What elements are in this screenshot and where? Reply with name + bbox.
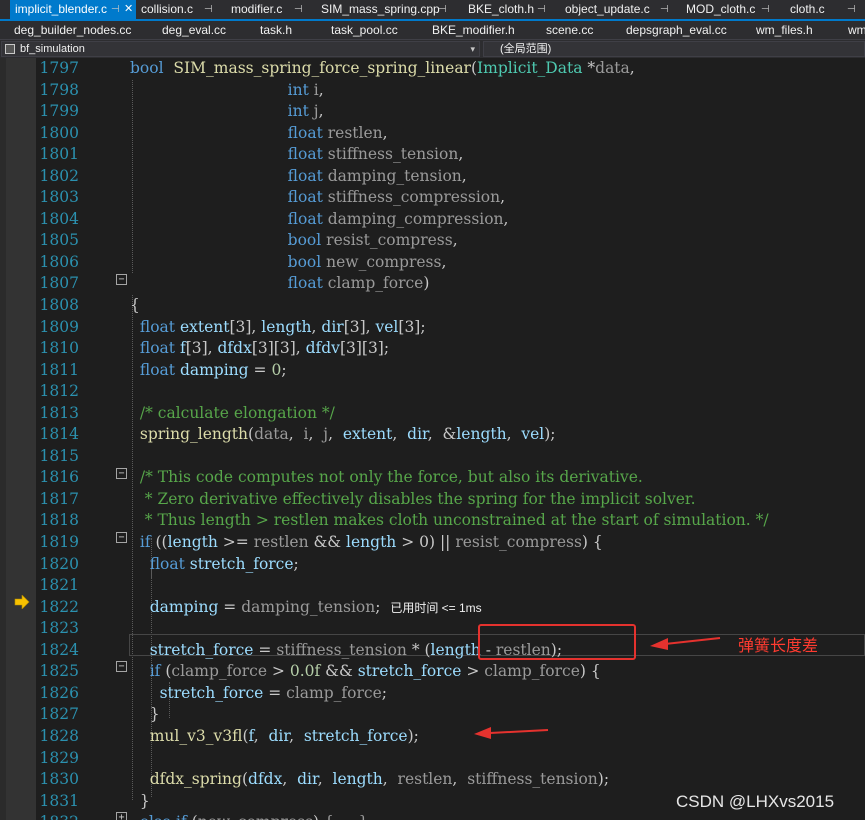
document-tab[interactable]: MOD_cloth.c ⊣ bbox=[681, 0, 779, 19]
document-tab[interactable]: wm_files.h bbox=[756, 21, 813, 39]
navigation-bar: bf_simulation ▾ (全局范围) bbox=[0, 40, 865, 58]
document-tab[interactable]: object_update.c ⊣ bbox=[560, 0, 678, 19]
document-tab[interactable]: task.h bbox=[260, 21, 292, 39]
document-tabs-row-2: deg_builder_nodes.cc deg_eval.cc task.h tas… bbox=[0, 21, 865, 40]
tab-label: SIM_mass_spring.cpp bbox=[321, 2, 440, 16]
watermark: CSDN @LHXvs2015 bbox=[676, 792, 835, 811]
document-tab[interactable]: scene.cc bbox=[546, 21, 593, 39]
document-tab[interactable]: task_pool.cc bbox=[331, 21, 398, 39]
pin-icon[interactable]: ⊣ bbox=[294, 0, 303, 19]
tab-label: cloth.c bbox=[790, 2, 825, 16]
annotation-arrows bbox=[474, 637, 721, 739]
pin-icon[interactable]: ⊣ bbox=[847, 0, 856, 19]
scope-dropdown[interactable]: (全局范围) bbox=[483, 41, 865, 57]
document-tab[interactable]: deg_builder_nodes.cc bbox=[14, 21, 131, 39]
document-tab[interactable]: deg_eval.cc bbox=[162, 21, 226, 39]
pin-icon[interactable]: ⊣ bbox=[438, 0, 447, 19]
document-tab[interactable]: depsgraph_eval.cc bbox=[626, 21, 727, 39]
annotation-arrow bbox=[474, 727, 549, 739]
project-label: bf_simulation bbox=[20, 43, 85, 55]
document-tab[interactable]: implicit_blender.c ⊣ ✕ bbox=[10, 0, 136, 19]
tab-label: modifier.c bbox=[231, 2, 283, 16]
document-tab[interactable]: modifier.c ⊣ bbox=[226, 0, 312, 19]
tab-label: BKE_cloth.h bbox=[468, 2, 535, 16]
close-icon[interactable]: ✕ bbox=[124, 0, 133, 19]
document-tab[interactable]: BKE_modifier.h bbox=[432, 21, 515, 39]
pin-icon[interactable]: ⊣ bbox=[204, 0, 213, 19]
scope-label: (全局范围) bbox=[500, 43, 552, 55]
dropdown-chevron-icon: ▾ bbox=[470, 44, 475, 54]
document-tab[interactable]: cloth.c ⊣ bbox=[785, 0, 865, 19]
document-tab[interactable]: SIM_mass_spring.cpp ⊣ bbox=[316, 0, 456, 19]
tab-label: collision.c bbox=[141, 2, 194, 16]
pin-icon[interactable]: ⊣ bbox=[111, 0, 120, 19]
pin-icon[interactable]: ⊣ bbox=[660, 0, 669, 19]
annotation-label: 弹簧长度差 bbox=[738, 636, 819, 655]
document-tab[interactable]: wm bbox=[848, 21, 865, 39]
document-tab[interactable]: collision.c ⊣ bbox=[136, 0, 222, 19]
pin-icon[interactable]: ⊣ bbox=[761, 0, 770, 19]
project-dropdown[interactable]: bf_simulation ▾ bbox=[1, 41, 480, 57]
project-icon bbox=[5, 44, 15, 54]
tab-label: object_update.c bbox=[565, 2, 650, 16]
pin-icon[interactable]: ⊣ bbox=[537, 0, 546, 19]
document-tab[interactable]: BKE_cloth.h ⊣ bbox=[463, 0, 555, 19]
document-tabs-row-1: implicit_blender.c ⊣ ✕ collision.c ⊣ modifier… bbox=[0, 0, 865, 21]
tab-label: MOD_cloth.c bbox=[686, 2, 756, 16]
tab-label: implicit_blender.c bbox=[15, 2, 108, 16]
code-editor[interactable]: 1797 1798 1799 1800 1801 1802 1803 1804 1805 1806… bbox=[0, 58, 865, 820]
annotation-arrow bbox=[650, 637, 721, 650]
